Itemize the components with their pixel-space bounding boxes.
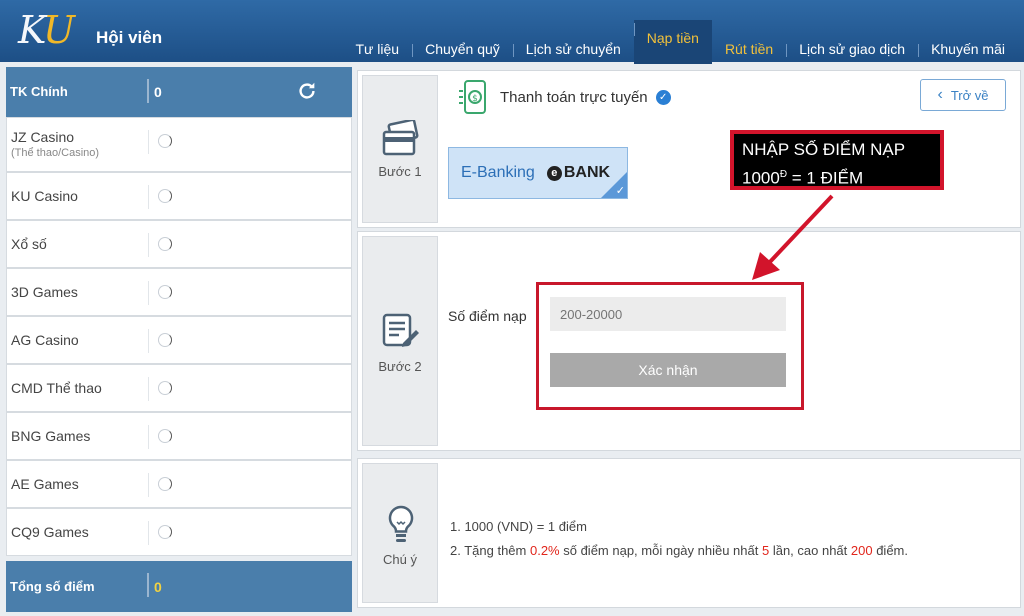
account-label: CMD Thể thao (11, 380, 102, 396)
mobile-payment-icon: $ (459, 80, 486, 114)
account-row[interactable]: AE Games (6, 460, 352, 508)
divider (148, 329, 149, 353)
note-item-1: 1. 1000 (VND) = 1 điểm (450, 519, 587, 534)
account-label: BNG Games (11, 428, 91, 444)
account-row[interactable]: Xổ số (6, 220, 352, 268)
loading-spinner-icon (158, 381, 172, 395)
account-label: JZ Casino (Thể thao/Casino) (11, 128, 100, 159)
main-account-label: TK Chính (10, 84, 68, 99)
annotation-line-1: NHẬP SỐ ĐIỂM NẠP (742, 140, 906, 159)
account-label: Xổ số (11, 236, 47, 252)
svg-text:$: $ (472, 94, 478, 104)
step2-box: Bước 2 (362, 236, 438, 446)
ku-logo[interactable]: KU (18, 8, 75, 52)
annotation-line-2: 1000Đ = 1 ĐIỂM (742, 168, 864, 188)
note-item-2: 2. Tặng thêm 0.2% số điểm nạp, mỗi ngày … (450, 543, 908, 558)
nav-transfer-history[interactable]: Lịch sử chuyển (512, 41, 634, 57)
back-button[interactable]: ‹ Trở về (920, 79, 1006, 111)
selected-check-icon: ✓ (615, 185, 625, 197)
verified-check-icon: ✓ (655, 89, 671, 105)
account-row[interactable]: 3D Games (6, 268, 352, 316)
main-nav: Tư liệu Chuyển quỹ Lịch sử chuyển Nạp ti… (342, 20, 1018, 64)
main-account-row: TK Chính 0 (6, 67, 352, 117)
account-sublabel: (Thể thao/Casino) (11, 146, 100, 159)
divider (147, 79, 149, 103)
loading-spinner-icon (158, 189, 172, 203)
loading-spinner-icon (158, 333, 172, 347)
main-account-balance: 0 (154, 84, 162, 100)
notes-label: Chú ý (383, 552, 417, 567)
annotation-callout: NHẬP SỐ ĐIỂM NẠP 1000Đ = 1 ĐIỂM (730, 130, 944, 190)
divider (148, 130, 149, 154)
divider (148, 425, 149, 449)
nav-deposit[interactable]: Nạp tiền (633, 20, 712, 64)
account-label: KU Casino (11, 188, 78, 204)
nav-withdraw[interactable]: Rút tiền (712, 41, 786, 57)
step2-panel: Bước 2 Số điểm nạp Xác nhận (357, 231, 1021, 451)
step1-box: Bước 1 (362, 75, 438, 223)
loading-spinner-icon (158, 477, 172, 491)
divider (148, 185, 149, 209)
account-row[interactable]: KU Casino (6, 172, 352, 220)
payment-method-header: $ Thanh toán trực tuyến ✓ (458, 79, 671, 115)
loading-spinner-icon (158, 134, 172, 148)
refresh-icon[interactable] (296, 80, 318, 102)
divider (148, 473, 149, 497)
amount-label: Số điểm nạp (448, 308, 527, 324)
account-row[interactable]: CMD Thể thao (6, 364, 352, 412)
divider (147, 573, 149, 597)
loading-spinner-icon (158, 429, 172, 443)
account-row[interactable]: AG Casino (6, 316, 352, 364)
total-points-row: Tổng số điểm 0 (6, 561, 352, 612)
account-row[interactable]: CQ9 Games (6, 508, 352, 556)
account-label: CQ9 Games (11, 524, 89, 540)
loading-spinner-icon (158, 285, 172, 299)
total-points-value: 0 (154, 578, 162, 595)
account-label: 3D Games (11, 284, 78, 300)
step1-label: Bước 1 (378, 164, 422, 179)
notes-box: Chú ý (362, 463, 438, 603)
nav-transaction-history[interactable]: Lịch sử giao dịch (786, 41, 918, 57)
account-label: AG Casino (11, 332, 79, 348)
chevron-left-icon: ‹ (937, 86, 943, 103)
divider (148, 281, 149, 305)
step2-label: Bước 2 (378, 359, 422, 374)
loading-spinner-icon (158, 237, 172, 251)
account-row[interactable]: BNG Games (6, 412, 352, 460)
credit-card-icon (382, 120, 419, 156)
form-edit-icon (382, 313, 419, 347)
back-button-label: Trở về (950, 87, 989, 103)
loading-spinner-icon (158, 525, 172, 539)
ebanking-label: E-Banking (461, 164, 535, 181)
divider (148, 521, 149, 545)
account-row[interactable]: JZ Casino (Thể thao/Casino) (6, 117, 352, 172)
page-title: Hội viên (96, 28, 163, 47)
nav-promotions[interactable]: Khuyến mãi (918, 41, 1018, 57)
top-header: KU Hội viên Tư liệu Chuyển quỹ Lịch sử c… (0, 0, 1024, 64)
account-sidebar: TK Chính 0 JZ Casino (Thể thao/Casino) KU… (6, 67, 352, 612)
divider (148, 233, 149, 257)
nav-transfer[interactable]: Chuyển quỹ (412, 41, 513, 57)
payment-title: Thanh toán trực tuyến (500, 88, 648, 106)
ebanking-option[interactable]: E-Banking e BANK ✓ (448, 147, 628, 199)
highlight-frame (536, 282, 804, 410)
notes-list: 1. 1000 (VND) = 1 điểm 2. Tặng thêm 0.2%… (450, 515, 908, 563)
nav-profile[interactable]: Tư liệu (342, 41, 412, 57)
account-label: AE Games (11, 476, 79, 492)
total-points-label: Tổng số điểm (10, 578, 95, 594)
divider (148, 377, 149, 401)
notes-panel: Chú ý 1. 1000 (VND) = 1 điểm 2. Tặng thê… (357, 458, 1021, 608)
lightbulb-icon (388, 505, 414, 542)
